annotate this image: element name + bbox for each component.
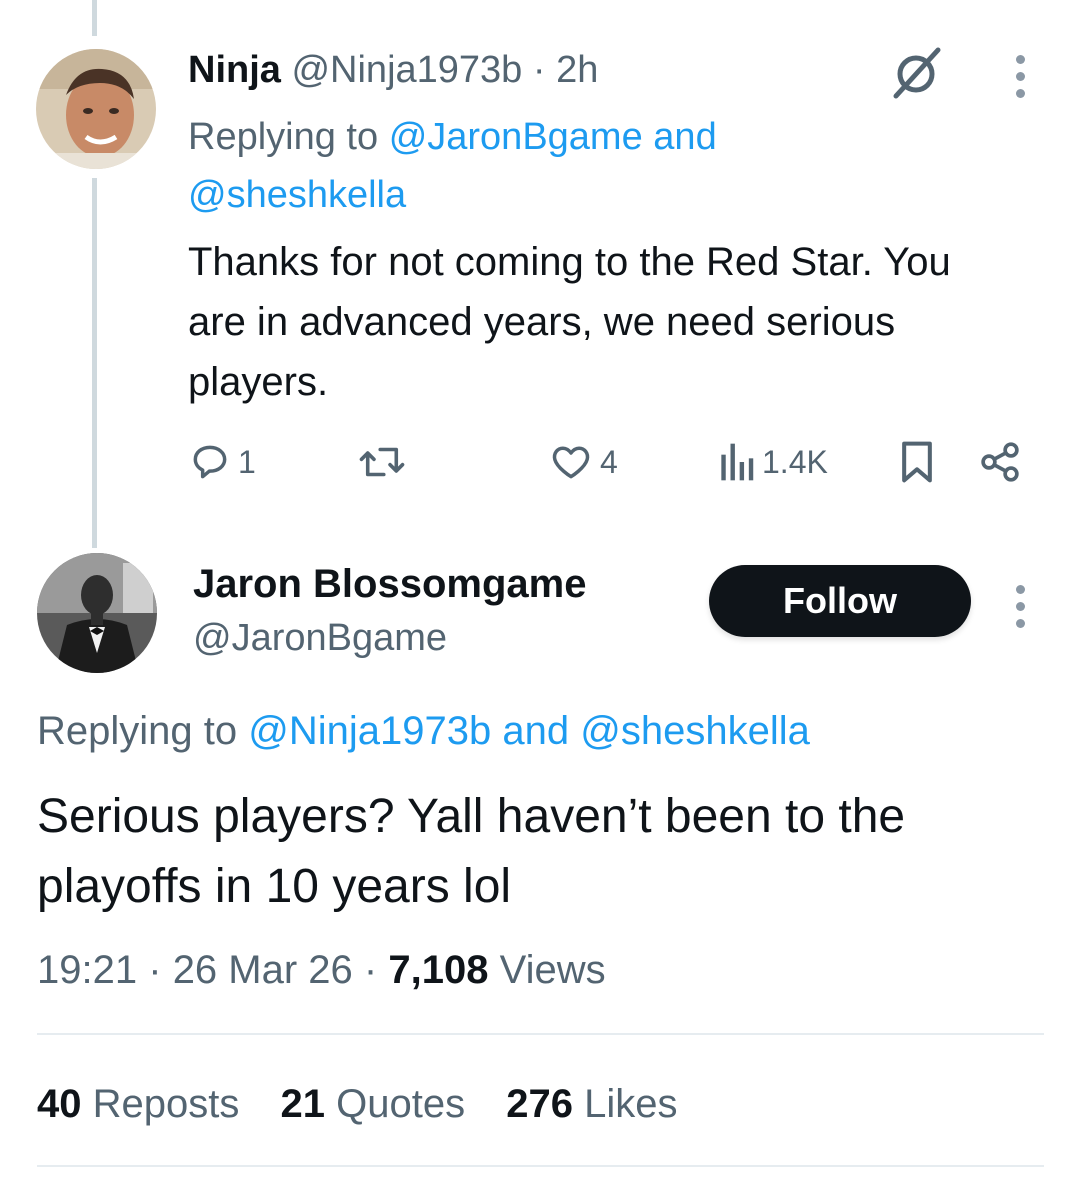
tweet-meta: 19:21 · 26 Mar 26 · 7,108 Views bbox=[37, 940, 606, 1000]
follow-button[interactable]: Follow bbox=[709, 565, 971, 637]
timestamp[interactable]: 2h bbox=[556, 49, 598, 91]
likes-count: 276 bbox=[506, 1082, 573, 1126]
likes-label: Likes bbox=[584, 1082, 678, 1126]
more-vertical-icon[interactable] bbox=[1016, 55, 1025, 98]
divider bbox=[37, 1033, 1044, 1035]
separator: · bbox=[532, 49, 546, 91]
views-count: 7,108 bbox=[388, 948, 489, 992]
views-button[interactable]: 1.4K bbox=[716, 440, 828, 484]
tweet-text: Thanks for not coming to the Red Star. Y… bbox=[188, 240, 951, 404]
reply-header: Ninja @Ninja1973b · 2h bbox=[188, 44, 598, 96]
separator: · bbox=[363, 948, 378, 992]
mention-link[interactable]: @JaronBgame bbox=[389, 116, 643, 158]
action-bar: 1 4 1.4K bbox=[0, 440, 1080, 490]
author-name[interactable]: Ninja bbox=[188, 49, 281, 91]
replying-to: Replying to @JaronBgame and @sheshkella bbox=[188, 108, 888, 224]
heart-icon bbox=[552, 446, 590, 479]
repost-button[interactable] bbox=[357, 440, 413, 484]
replying-and: and bbox=[502, 709, 570, 753]
replying-and: and bbox=[653, 116, 717, 158]
avatar[interactable] bbox=[36, 49, 156, 169]
reply-button[interactable]: 1 bbox=[188, 440, 256, 484]
tweet-time[interactable]: 19:21 bbox=[37, 948, 137, 992]
reply-icon bbox=[193, 445, 227, 479]
quotes-label: Quotes bbox=[336, 1082, 466, 1126]
bookmark-button[interactable] bbox=[898, 440, 936, 484]
tweet-text: Serious players? Yall haven’t been to th… bbox=[37, 790, 906, 913]
repost-icon bbox=[359, 447, 405, 477]
reply-count: 1 bbox=[238, 443, 256, 480]
views-icon bbox=[721, 443, 754, 481]
more-vertical-icon[interactable] bbox=[1016, 585, 1025, 628]
tweet-date[interactable]: 26 Mar 26 bbox=[173, 948, 353, 992]
reply-tweet[interactable]: Ninja @Ninja1973b · 2h Replying to @Jaro… bbox=[0, 0, 1080, 520]
reposts-count: 40 bbox=[37, 1082, 82, 1126]
reposts-stat[interactable]: 40 Reposts bbox=[37, 1082, 239, 1126]
views-count: 1.4K bbox=[762, 443, 828, 480]
mention-link[interactable]: @sheshkella bbox=[188, 174, 406, 216]
mention-link[interactable]: @Ninja1973b bbox=[248, 709, 491, 753]
grok-icon[interactable] bbox=[890, 44, 946, 100]
replying-prefix: Replying to bbox=[37, 709, 238, 753]
reposts-label: Reposts bbox=[92, 1082, 240, 1126]
share-button[interactable] bbox=[978, 440, 1022, 484]
quotes-count: 21 bbox=[280, 1082, 326, 1126]
avatar[interactable] bbox=[37, 553, 157, 673]
like-button[interactable]: 4 bbox=[548, 440, 618, 484]
like-count: 4 bbox=[600, 443, 618, 480]
author-name[interactable]: Jaron Blossomgame bbox=[193, 556, 586, 612]
author-handle[interactable]: @JaronBgame bbox=[193, 612, 447, 664]
engagement-stats: 40 Reposts 21 Quotes 276 Likes bbox=[37, 1074, 707, 1134]
mention-link[interactable]: @sheshkella bbox=[580, 709, 810, 753]
views-label: Views bbox=[499, 948, 606, 992]
replying-prefix: Replying to bbox=[188, 116, 379, 158]
share-icon bbox=[981, 442, 1019, 482]
replying-to: Replying to @Ninja1973b and @sheshkella bbox=[37, 702, 810, 760]
author-handle[interactable]: @Ninja1973b bbox=[291, 49, 522, 91]
divider bbox=[37, 1165, 1044, 1167]
quotes-stat[interactable]: 21 Quotes bbox=[281, 1082, 466, 1126]
likes-stat[interactable]: 276 Likes bbox=[506, 1082, 677, 1126]
bookmark-icon bbox=[902, 441, 932, 483]
separator: · bbox=[148, 948, 162, 992]
